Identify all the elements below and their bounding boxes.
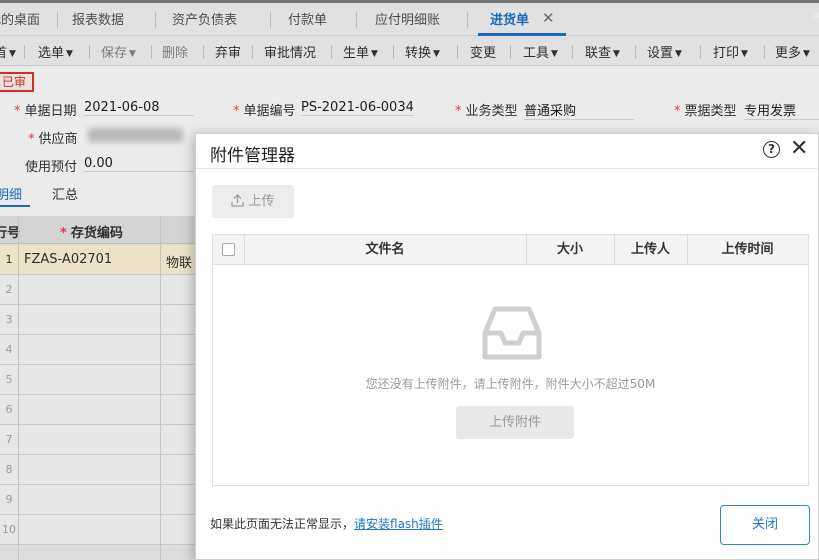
dialog-title: 附件管理器 (210, 146, 295, 166)
flash-hint-text: 如果此页面无法正常显示， (210, 517, 355, 531)
flash-hint: 如果此页面无法正常显示，请安装flash插件 (210, 515, 443, 532)
select-all-checkbox[interactable] (222, 243, 235, 256)
help-icon[interactable]: ? (763, 141, 780, 158)
col-uploader[interactable]: 上传人 (614, 235, 687, 265)
dialog-divider (196, 168, 819, 169)
attachment-table-header: 文件名 大小 上传人 上传时间 (213, 235, 808, 265)
close-icon[interactable]: ✕ (790, 136, 808, 161)
upload-icon (231, 194, 245, 207)
empty-message: 您还没有上传附件，请上传附件，附件大小不超过50M (365, 377, 656, 391)
attachment-table: 文件名 大小 上传人 上传时间 您还没有上传附件，请上传附件，附件大小不超过50… (212, 234, 809, 486)
install-flash-link[interactable]: 请安装flash插件 (354, 517, 443, 531)
upload-attachment-button[interactable]: 上传附件 (456, 406, 574, 439)
upload-label: 上传 (248, 194, 275, 209)
col-upload-time[interactable]: 上传时间 (687, 235, 808, 265)
empty-inbox-icon (482, 306, 542, 360)
attachment-manager-dialog: 附件管理器 ? ✕ 上传 文件名 大小 上传人 上传时间 您还没有上传附件，请上… (195, 133, 819, 560)
close-button[interactable]: 关闭 (720, 505, 810, 545)
upload-button[interactable]: 上传 (212, 185, 294, 218)
col-file-name[interactable]: 文件名 (244, 235, 526, 265)
col-size[interactable]: 大小 (526, 235, 614, 265)
